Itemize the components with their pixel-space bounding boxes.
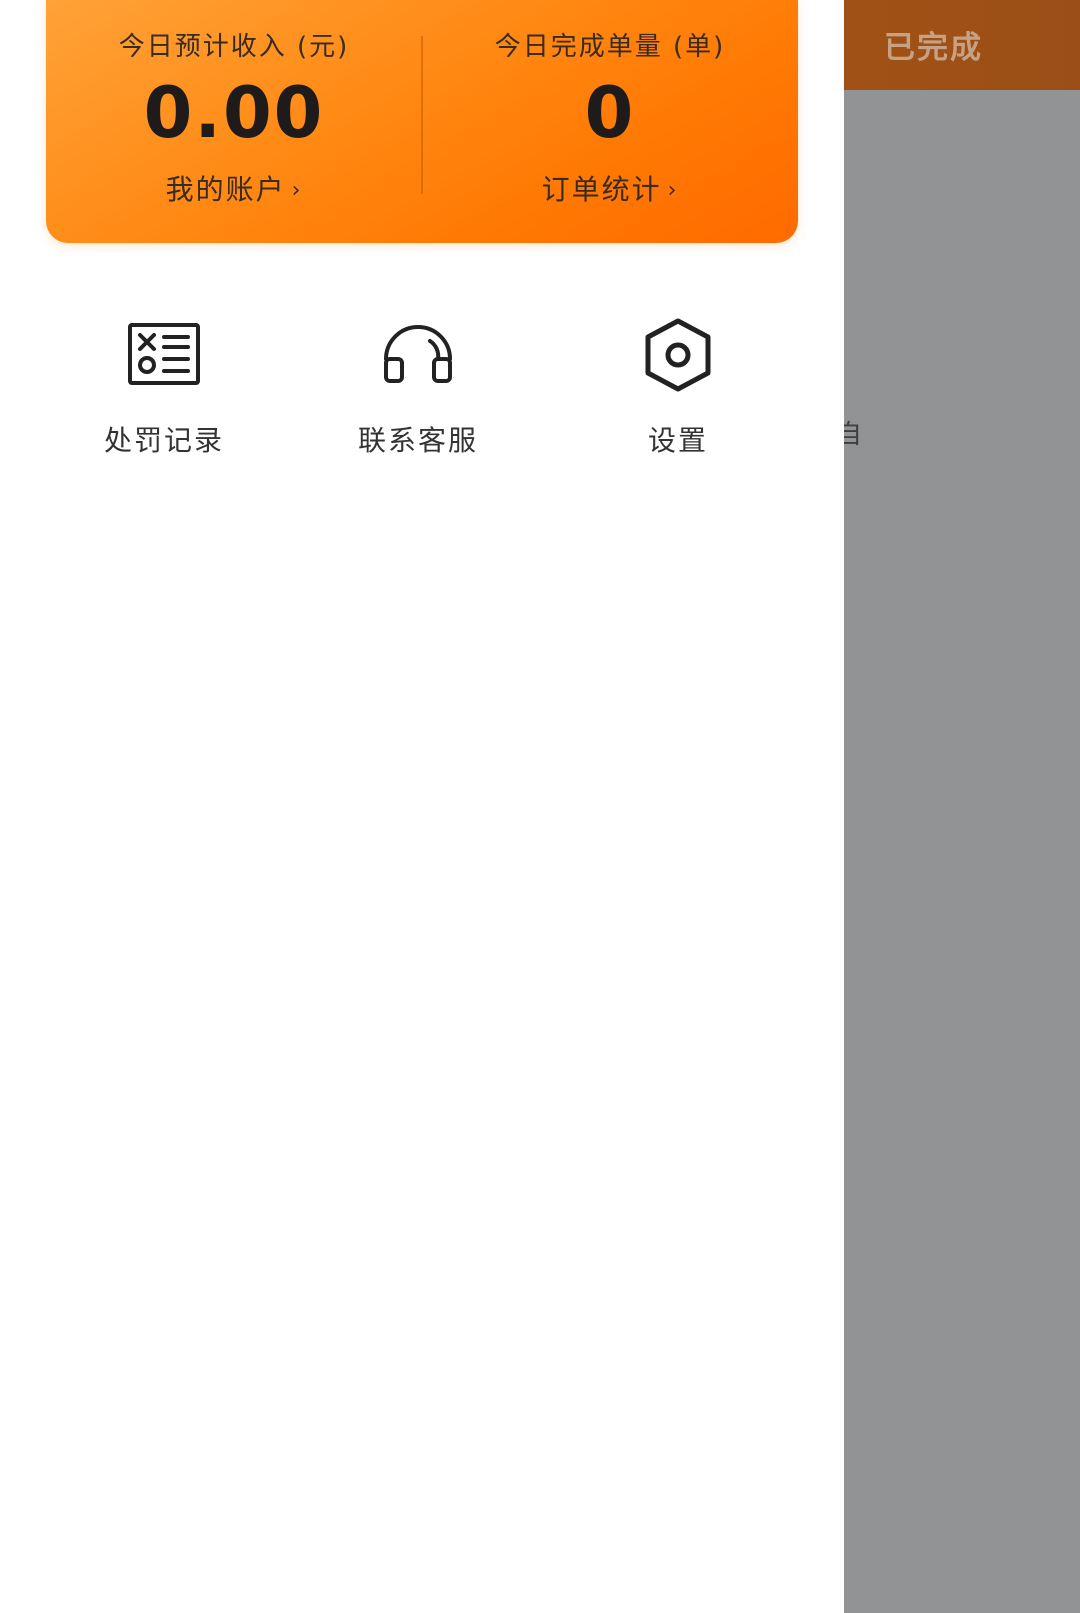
income-value: 0.00: [143, 72, 325, 154]
shortcut-label: 设置: [647, 424, 708, 457]
stats-card: 今日预计收入 (元) 0.00 我的账户 › 今日完成单量 (单) 0 订单统计 ›: [46, 0, 798, 243]
chevron-right-icon: ›: [667, 178, 679, 203]
chevron-right-icon: ›: [291, 178, 303, 203]
headset-icon: [378, 315, 458, 395]
income-stat: 今日预计收入 (元) 0.00 我的账户 ›: [46, 0, 422, 243]
shortcut-settings[interactable]: 设置: [578, 305, 778, 465]
orders-stat: 今日完成单量 (单) 0 订单统计 ›: [422, 0, 798, 243]
shortcut-label: 联系客服: [357, 424, 478, 457]
my-account-link[interactable]: 我的账户 ›: [46, 168, 422, 208]
orders-label: 今日完成单量 (单): [494, 32, 726, 62]
orders-value: 0: [584, 72, 636, 154]
shortcut-contact-support[interactable]: 联系客服: [318, 305, 518, 465]
background-tab-completed[interactable]: 已完成: [884, 22, 983, 67]
order-stats-link[interactable]: 订单统计 ›: [422, 168, 798, 208]
my-account-label: 我的账户: [165, 173, 286, 206]
shortcut-penalty-records[interactable]: 处罚记录: [64, 305, 264, 465]
order-stats-label: 订单统计: [541, 173, 662, 206]
penalty-record-icon: [124, 315, 204, 395]
income-label: 今日预计收入 (元): [118, 32, 350, 62]
side-drawer: 今日预计收入 (元) 0.00 我的账户 › 今日完成单量 (单) 0 订单统计 ›: [0, 0, 844, 1613]
settings-icon: [638, 315, 718, 395]
shortcut-label: 处罚记录: [103, 424, 224, 457]
